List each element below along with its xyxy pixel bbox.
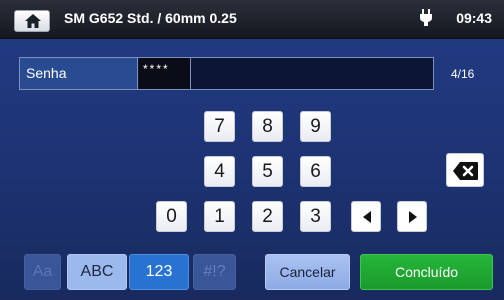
password-input[interactable]: **** <box>139 58 191 89</box>
cancel-button[interactable]: Cancelar <box>265 254 350 290</box>
key-9[interactable]: 9 <box>300 111 331 142</box>
key-5[interactable]: 5 <box>252 156 283 187</box>
character-counter: 4/16 <box>451 67 475 81</box>
home-button[interactable] <box>14 10 50 32</box>
keyboard-screen: SM G652 Std. / 60mm 0.25 09:43 Senha ***… <box>0 0 504 300</box>
key-6[interactable]: 6 <box>300 156 331 187</box>
cursor-right-button[interactable] <box>397 201 427 232</box>
password-field[interactable]: Senha **** <box>19 57 434 90</box>
backspace-button[interactable] <box>446 153 484 187</box>
mode-case-button[interactable]: Aa <box>24 254 61 290</box>
page-title: SM G652 Std. / 60mm 0.25 <box>64 10 237 26</box>
cursor-left-button[interactable] <box>351 201 381 232</box>
arrow-left-icon <box>363 211 371 223</box>
home-icon <box>25 14 41 28</box>
mode-symbols-button[interactable]: #!? <box>193 254 236 290</box>
done-button[interactable]: Concluído <box>360 254 493 290</box>
mode-numbers-button[interactable]: 123 <box>129 254 189 290</box>
top-bar: SM G652 Std. / 60mm 0.25 09:43 <box>0 0 504 39</box>
key-8[interactable]: 8 <box>252 111 283 142</box>
key-3[interactable]: 3 <box>300 201 331 232</box>
backspace-icon <box>453 162 478 180</box>
clock: 09:43 <box>456 10 492 26</box>
key-7[interactable]: 7 <box>204 111 235 142</box>
key-0[interactable]: 0 <box>156 201 187 232</box>
mode-letters-button[interactable]: ABC <box>67 254 127 290</box>
field-label: Senha <box>20 58 138 89</box>
key-2[interactable]: 2 <box>252 201 283 232</box>
key-4[interactable]: 4 <box>204 156 235 187</box>
arrow-right-icon <box>409 211 417 223</box>
plug-icon <box>420 9 432 26</box>
key-1[interactable]: 1 <box>204 201 235 232</box>
